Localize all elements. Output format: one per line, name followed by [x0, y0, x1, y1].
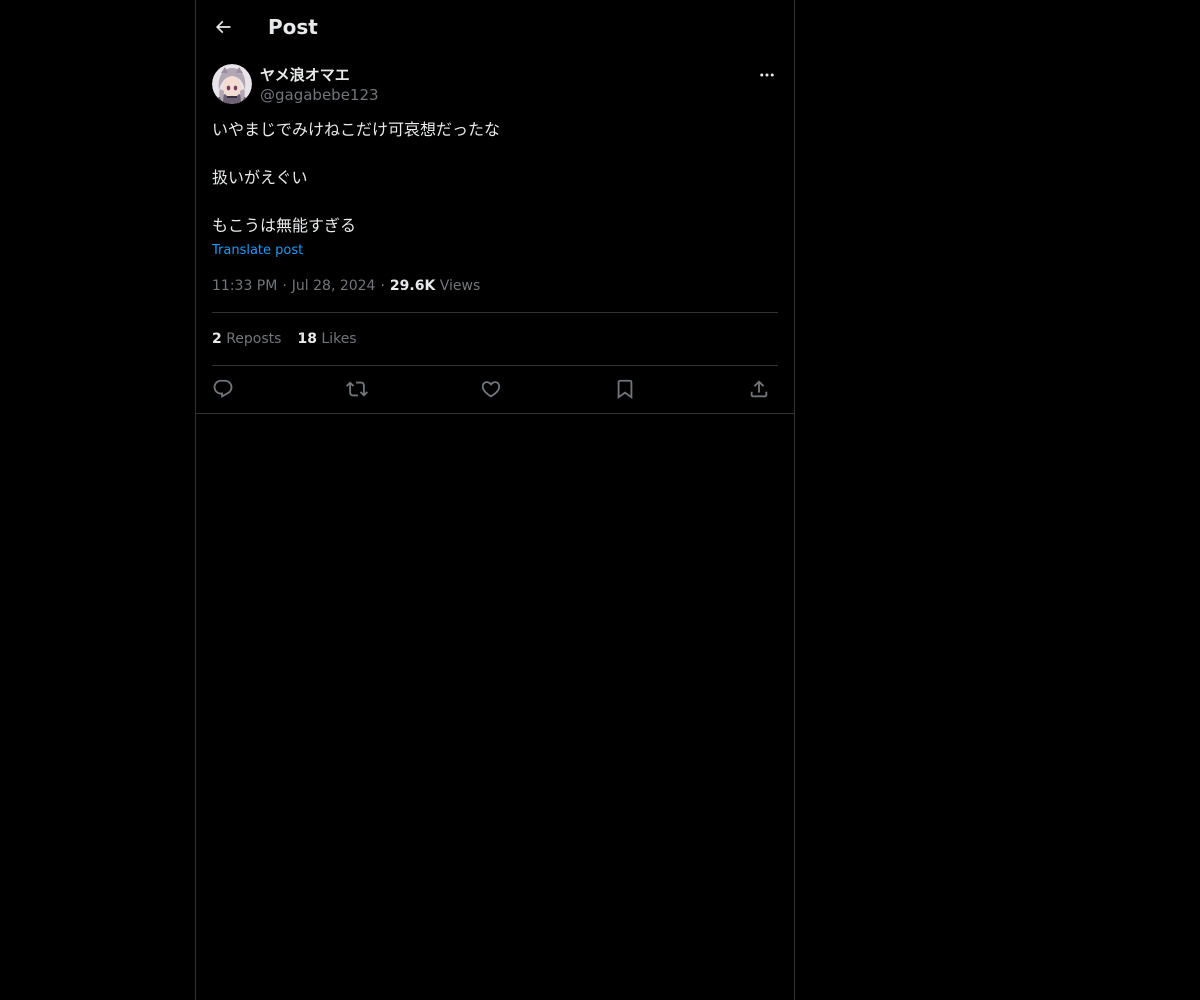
- engagement-stats: 2 Reposts 18 Likes: [212, 329, 373, 349]
- post-bottom-border: [196, 413, 794, 414]
- more-options-button[interactable]: [756, 64, 778, 86]
- divider: [212, 365, 778, 366]
- likes-count: 18: [297, 331, 317, 347]
- repost-button[interactable]: [342, 374, 372, 404]
- meta-separator: ·: [380, 278, 385, 294]
- post-text-line: 扱いがえぐい: [212, 168, 308, 187]
- post-author: ヤメ浪オマエ @gagabebe123: [212, 64, 778, 106]
- meta-separator: ·: [282, 278, 287, 294]
- reply-button[interactable]: [208, 374, 238, 404]
- back-button[interactable]: [208, 12, 238, 42]
- share-button[interactable]: [744, 374, 774, 404]
- author-handle[interactable]: @gagabebe123: [260, 85, 379, 105]
- reposts-label: Reposts: [226, 331, 282, 347]
- avatar-image: [212, 64, 252, 104]
- post-text-line: いやまじでみけねこだけ可哀想だったな: [212, 120, 501, 139]
- views-label: Views: [439, 278, 481, 294]
- page-title: Post: [268, 15, 318, 39]
- page-header: Post: [196, 0, 794, 54]
- like-button[interactable]: [476, 374, 506, 404]
- likes-label: Likes: [321, 331, 357, 347]
- more-horizontal-icon: [760, 73, 774, 77]
- post-time[interactable]: 11:33 PM: [212, 278, 277, 294]
- arrow-left-icon: [215, 20, 231, 34]
- reply-icon: [213, 379, 233, 398]
- views-count: 29.6K: [389, 278, 436, 294]
- avatar[interactable]: [212, 64, 252, 104]
- post-text-line: もこうは無能すぎる: [212, 216, 357, 235]
- post-actions: [212, 374, 778, 404]
- post-detail-column: Post ヤメ浪オマエ @gagabebe123 いやまじでみけねこだけ可哀想だ…: [195, 0, 795, 1000]
- post-metadata: 11:33 PM · Jul 28, 2024 · 29.6K Views: [212, 276, 480, 296]
- likes-stat[interactable]: 18 Likes: [297, 331, 356, 347]
- translate-post-link[interactable]: Translate post: [212, 242, 303, 260]
- share-icon: [750, 380, 768, 398]
- post-text: いやまじでみけねこだけ可哀想だったな 扱いがえぐい もこうは無能すぎる: [212, 118, 778, 238]
- reposts-stat[interactable]: 2 Reposts: [212, 331, 281, 347]
- author-display-name[interactable]: ヤメ浪オマエ: [260, 65, 350, 85]
- reposts-count: 2: [212, 331, 222, 347]
- like-icon: [481, 381, 501, 398]
- bookmark-button[interactable]: [610, 374, 640, 404]
- post-date[interactable]: Jul 28, 2024: [292, 278, 376, 294]
- bookmark-icon: [617, 379, 633, 400]
- divider: [212, 312, 778, 313]
- repost-icon: [346, 381, 368, 397]
